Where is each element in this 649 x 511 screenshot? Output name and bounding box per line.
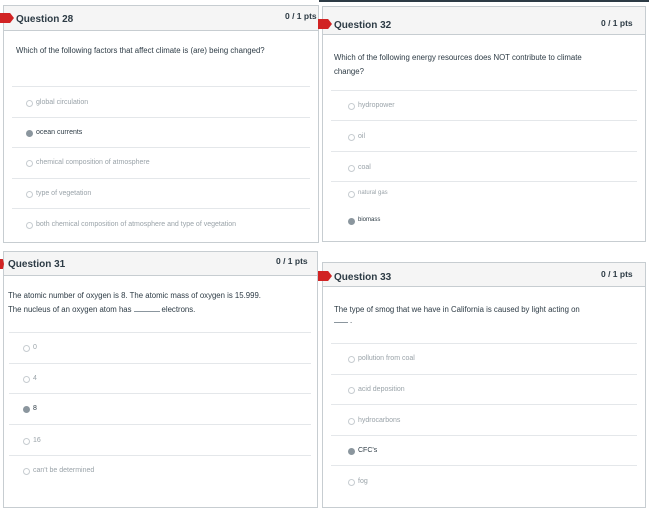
question-text-after-blank: electrons. <box>161 305 196 314</box>
answer-label: 4 <box>33 375 37 382</box>
answer-option[interactable]: pollution from coal <box>331 343 637 374</box>
answer-label: both chemical composition of atmosphere … <box>36 221 237 228</box>
radio-button[interactable] <box>348 387 355 394</box>
answer-label: pollution from coal <box>358 355 415 362</box>
question-header: Question 33 0 / 1 pts <box>323 263 645 287</box>
answer-option[interactable]: hydropower <box>331 90 637 120</box>
radio-button[interactable] <box>348 165 355 172</box>
question-text: The atomic number of oxygen is 8. The at… <box>8 289 314 317</box>
radio-button[interactable] <box>23 438 30 445</box>
radio-button-selected[interactable] <box>26 130 33 137</box>
question-title: Question 31 <box>8 259 66 270</box>
question-points: 0 / 1 pts <box>276 256 308 266</box>
answer-option[interactable]: hydrocarbons <box>331 404 637 435</box>
answer-label: hydrocarbons <box>358 417 401 424</box>
answer-label: natural gas <box>358 190 388 196</box>
answer-label: can't be determined <box>33 467 95 474</box>
question-header: Question 28 0 / 1 pts <box>4 6 318 31</box>
question-text-line: The atomic number of oxygen is 8. The at… <box>8 291 261 300</box>
answer-option[interactable]: biomass <box>331 211 637 241</box>
radio-button[interactable] <box>348 134 355 141</box>
question-text: Which of the following factors that affe… <box>16 44 312 58</box>
answer-option[interactable]: CFC's <box>331 435 637 465</box>
answer-label: 0 <box>33 344 37 351</box>
question-text-line: The nucleus of an oxygen atom has electro… <box>8 303 314 317</box>
radio-button-selected[interactable] <box>23 406 30 413</box>
answer-option[interactable]: global circulation <box>12 86 310 117</box>
question-text-before-blank: The nucleus of an oxygen atom has <box>8 305 132 314</box>
fill-in-blank <box>334 314 348 323</box>
answer-label: oil <box>358 133 366 140</box>
answer-list: global circulation ocean currents chemic… <box>12 86 310 241</box>
answer-label: chemical composition of atmosphere <box>36 159 150 166</box>
question-text: Which of the following energy resources … <box>334 51 634 79</box>
fill-in-blank <box>133 303 160 312</box>
answer-option[interactable]: type of vegetation <box>12 178 310 208</box>
question-points: 0 / 1 pts <box>601 18 633 28</box>
answer-option[interactable]: can't be determined <box>9 455 311 486</box>
question-card-32: Question 32 0 / 1 pts Which of the follo… <box>322 6 646 242</box>
answer-option[interactable]: fog <box>331 465 637 496</box>
answer-label: 16 <box>33 437 41 444</box>
answer-list: 0 4 8 16 can't be determined <box>9 332 311 502</box>
question-card-31: Question 31 0 / 1 pts The atomic number … <box>3 251 318 508</box>
answer-label: type of vegetation <box>36 190 92 197</box>
radio-button[interactable] <box>348 191 355 198</box>
answer-label: acid deposition <box>358 386 405 393</box>
question-points: 0 / 1 pts <box>285 11 317 21</box>
answer-option[interactable]: coal <box>331 151 637 181</box>
answer-option[interactable]: 8 <box>9 393 311 424</box>
question-text-line: Which of the following factors that affe… <box>16 46 265 55</box>
answer-label: biomass <box>358 217 381 223</box>
radio-button[interactable] <box>23 468 30 475</box>
radio-button[interactable] <box>26 222 33 229</box>
radio-button-selected[interactable] <box>348 448 355 455</box>
answer-option[interactable]: natural gas <box>331 181 637 211</box>
answer-list: pollution from coal acid deposition hydr… <box>331 343 637 508</box>
radio-button[interactable] <box>23 376 30 383</box>
radio-button-selected[interactable] <box>348 218 355 225</box>
answer-option[interactable]: oil <box>331 120 637 151</box>
answer-label: coal <box>358 164 371 171</box>
answer-label: ocean currents <box>36 129 83 136</box>
question-title: Question 28 <box>16 14 74 25</box>
question-text-after-blank: . <box>350 316 353 325</box>
answer-option[interactable]: 16 <box>9 424 311 455</box>
question-card-33: Question 33 0 / 1 pts The type of smog t… <box>322 262 646 508</box>
answer-option[interactable]: chemical composition of atmosphere <box>12 147 310 178</box>
question-header: Question 31 0 / 1 pts <box>4 252 317 276</box>
radio-button[interactable] <box>26 100 33 107</box>
question-title: Question 33 <box>334 272 392 283</box>
radio-button[interactable] <box>23 345 30 352</box>
top-divider <box>319 0 649 2</box>
answer-label: CFC's <box>358 447 378 454</box>
answer-label: 8 <box>33 405 37 412</box>
answer-label: hydropower <box>358 102 395 109</box>
question-title: Question 32 <box>334 20 392 31</box>
radio-button[interactable] <box>348 418 355 425</box>
question-text-line: Which of the following energy resources … <box>334 53 582 62</box>
question-text: The type of smog that we have in Califor… <box>334 303 640 328</box>
answer-option[interactable]: 0 <box>9 332 311 363</box>
answer-label: fog <box>358 478 368 485</box>
radio-button[interactable] <box>26 160 33 167</box>
answer-option[interactable]: acid deposition <box>331 374 637 404</box>
answer-option[interactable]: 4 <box>9 363 311 393</box>
answer-option[interactable]: both chemical composition of atmosphere … <box>12 208 310 239</box>
radio-button[interactable] <box>26 191 33 198</box>
radio-button[interactable] <box>348 103 355 110</box>
question-card-28: Question 28 0 / 1 pts Which of the follo… <box>3 5 319 243</box>
radio-button[interactable] <box>348 479 355 486</box>
question-header: Question 32 0 / 1 pts <box>323 7 645 35</box>
question-points: 0 / 1 pts <box>601 269 633 279</box>
question-text-line: change? <box>334 67 364 76</box>
answer-label: global circulation <box>36 99 89 106</box>
radio-button[interactable] <box>348 356 355 363</box>
answer-list: hydropower oil coal natural gas biomass <box>331 90 637 240</box>
answer-option[interactable]: ocean currents <box>12 117 310 147</box>
